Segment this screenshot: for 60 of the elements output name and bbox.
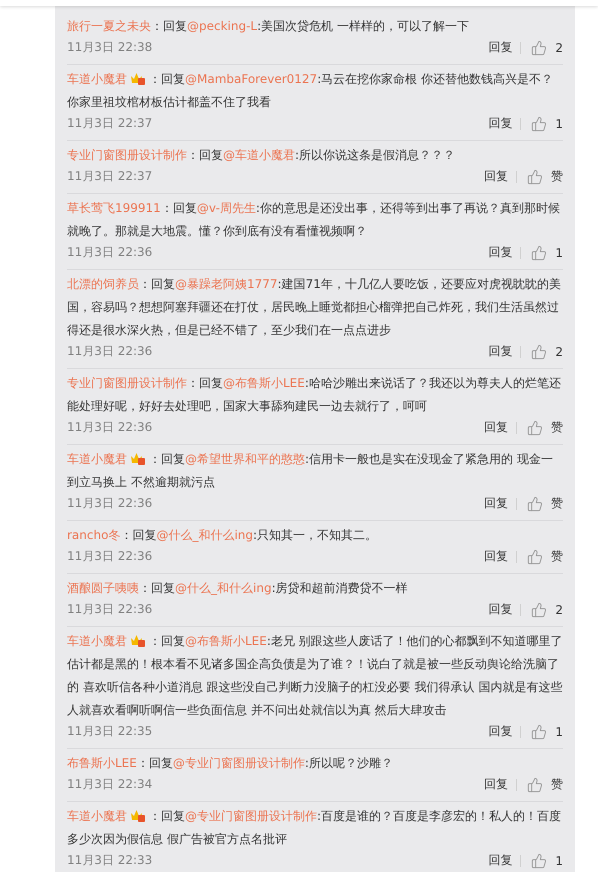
comment-time: 11月3日 22:36 — [67, 244, 154, 261]
reply-link[interactable]: 回复 — [488, 723, 520, 740]
thumbs-up-icon — [527, 496, 543, 512]
comment-time: 11月3日 22:36 — [67, 548, 154, 565]
reply-link[interactable]: 回复 — [488, 852, 520, 869]
reply-link[interactable]: 回复 — [488, 244, 520, 261]
thumbs-up-icon — [527, 548, 543, 564]
comment-time: 11月3日 22:34 — [67, 776, 154, 793]
thumbs-up-icon — [531, 344, 548, 360]
reply-link[interactable]: 回复 — [484, 168, 516, 185]
thumbs-up-icon — [531, 602, 548, 618]
comment-time: 11月3日 22:36 — [67, 343, 154, 360]
comment-text: 草长莺飞199911：回复@v-周先生:你的意思是还没出事，还得等到出事了再说？真到那时候就晚了。那就是大地震。懂？你到底有没有看懂视频啊？ — [67, 200, 561, 240]
comment-time: 11月3日 22:37 — [67, 168, 154, 185]
like-button[interactable]: 赞 — [527, 495, 563, 512]
reply-link[interactable]: 回复 — [488, 39, 520, 56]
reply-link[interactable]: 回复 — [488, 601, 520, 618]
like-button[interactable]: 1 — [531, 852, 563, 868]
reply-link[interactable]: 回复 — [488, 115, 520, 132]
comment-text: 专业门窗图册设计制作：回复@布鲁斯小LEE:哈哈沙雕出来说话了？我还以为尊夫人的烂笔还能处理好呢，好好去处理吧，国家大事舔狗建民一边去就行了，呵呵 — [67, 375, 562, 415]
comment-time: 11月3日 22:38 — [67, 39, 154, 56]
like-button[interactable]: 赞 — [527, 548, 563, 565]
comment-time: 11月3日 22:37 — [67, 115, 154, 132]
comment-time: 11月3日 22:36 — [67, 419, 154, 436]
thumbs-up-icon — [527, 168, 543, 184]
comment-time: 11月3日 22:35 — [67, 723, 154, 740]
comment-time: 11月3日 22:33 — [67, 852, 154, 869]
reply-link[interactable]: 回复 — [484, 419, 516, 436]
thumbs-up-icon — [531, 40, 548, 56]
like-button[interactable]: 1 — [531, 244, 563, 260]
comment-time: 11月3日 22:36 — [67, 495, 154, 512]
thumbs-up-icon — [531, 116, 548, 132]
like-button[interactable]: 1 — [531, 724, 563, 740]
like-button[interactable]: 赞 — [527, 168, 563, 185]
comment-text: rancho冬：回复@什么_和什么ing:只知其一，不知其二。 — [67, 527, 378, 544]
comment-text: 北漂的饲养员：回复@暴躁老阿姨1777:建国71年，十几亿人要吃饭，还要应对虎视眈眈的美国，容易吗？想想阿塞拜疆还在打仗，居民晚上睡觉都担心榴弹把自己炸死，我们生活虽然过得还是很水深火热，但是已经不错了，至少我们在一点点进步 — [67, 276, 562, 339]
comment-text: 车道小魔君 ：回复@希望世界和平的憨憨:信用卡一般也是实在没现金了紧急用的 现金一到立马换上 不然逾期就污点 — [67, 450, 554, 491]
comment-text: 车道小魔君 ：回复@MambaForever0127:马云在挖你家命根 你还替他数钱高兴是不？你家里祖坟棺材板估计都盖不住了我看 — [67, 70, 554, 111]
comment-time: 11月3日 22:36 — [67, 601, 154, 618]
thumbs-up-icon — [527, 776, 543, 792]
like-button[interactable]: 2 — [531, 602, 563, 618]
like-button[interactable]: 赞 — [527, 419, 563, 436]
comment-text: 车道小魔君 ：回复@专业门窗图册设计制作:百度是谁的？百度是李彦宏的！私人的！百度多少次因为假信息 假广告被官方点名批评 — [67, 807, 562, 848]
like-button[interactable]: 赞 — [527, 776, 563, 793]
thumbs-up-icon — [527, 420, 543, 436]
reply-link[interactable]: 回复 — [484, 495, 516, 512]
like-button[interactable]: 1 — [531, 116, 563, 132]
reply-link[interactable]: 回复 — [488, 343, 520, 360]
thumbs-up-icon — [531, 852, 548, 868]
reply-link[interactable]: 回复 — [484, 548, 516, 565]
like-button[interactable]: 2 — [531, 344, 563, 360]
comment-text: 酒酿圆子咦咦：回复@什么_和什么ing:房贷和超前消费贷不一样 — [67, 580, 409, 597]
thumbs-up-icon — [531, 724, 548, 740]
comment-text: 车道小魔君 ：回复@布鲁斯小LEE:老兄 别跟这些人废话了！他们的心都飘到不知道哪里了估计都是黑的！根本看不见诸多国企高负债是为了谁？！说白了就是被一些反动舆论给洗脑了的 喜欢听信各种小道消息 跟这些没自己判断力没脑子的杠没必要 我们得承认 国内就是有这些人就喜欢看啊听啊信一些负面信息 并不问出处就信以为真 然后大肆攻击 — [67, 632, 563, 719]
comment-text: 旅行一夏之未央：回复@pecking-L:美国次贷危机 一样样的，可以了解一下 — [67, 18, 470, 35]
comment-text: 布鲁斯小LEE：回复@专业门窗图册设计制作:所以呢？沙雕？ — [67, 755, 394, 772]
comment-text: 专业门窗图册设计制作：回复@车道小魔君:所以你说这条是假消息？？？ — [67, 147, 456, 164]
thumbs-up-icon — [531, 244, 548, 260]
like-button[interactable]: 2 — [531, 40, 563, 56]
reply-link[interactable]: 回复 — [484, 776, 516, 793]
